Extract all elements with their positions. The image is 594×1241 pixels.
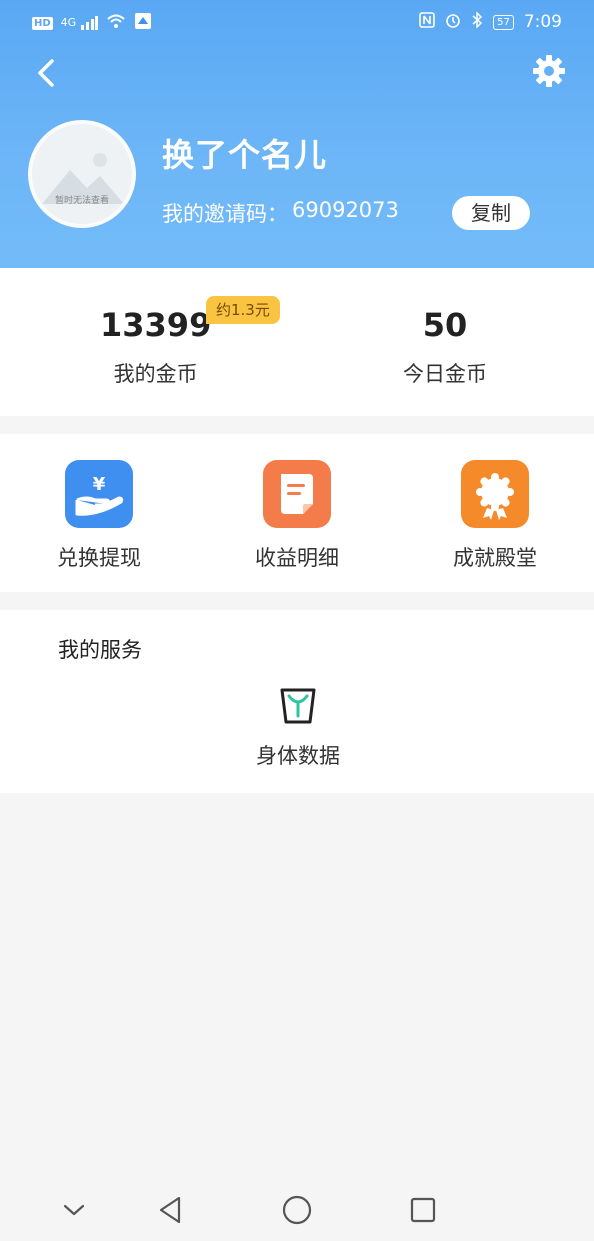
hide-keyboard-button[interactable] xyxy=(56,1192,92,1228)
triangle-back-icon xyxy=(159,1196,181,1224)
service-body-data-label: 身体数据 xyxy=(256,744,340,768)
wifi-icon xyxy=(106,13,126,33)
my-coins[interactable]: 13399 我的金币 xyxy=(100,306,211,388)
service-body-data[interactable]: 身体数据 xyxy=(236,686,360,770)
menu-item-earnings-label: 收益明细 xyxy=(255,546,339,570)
gear-icon xyxy=(533,55,565,87)
image-placeholder-icon xyxy=(42,153,124,204)
menu-item-withdraw-label: 兑换提现 xyxy=(57,546,141,570)
signal-icon: 4G xyxy=(61,16,98,30)
avatar[interactable]: 暂时无法查看 xyxy=(28,120,136,228)
invite-code-row: 我的邀请码： 69092073 xyxy=(162,198,399,228)
circle-home-icon xyxy=(282,1195,312,1225)
menu-item-achievements[interactable]: 成就殿堂 xyxy=(430,460,560,572)
today-coins-label: 今日金币 xyxy=(403,362,487,386)
username: 换了个名儿 xyxy=(162,136,328,174)
invite-label: 我的邀请码： xyxy=(162,202,288,226)
app-notification-icon xyxy=(134,12,152,34)
coins-panel: 13399 我的金币 约1.3元 50 今日金币 xyxy=(0,268,594,416)
battery-icon: 57 xyxy=(493,14,514,30)
status-bar: HD 4G 57 7:09 xyxy=(0,0,594,44)
withdraw-icon: ¥ xyxy=(65,460,133,528)
square-recents-icon xyxy=(410,1197,436,1223)
profile-header: HD 4G 57 7:09 暂时无法查看 换了个名儿 我的邀请码： 690920… xyxy=(0,0,594,268)
settings-button[interactable] xyxy=(530,52,568,90)
avatar-placeholder-text: 暂时无法查看 xyxy=(54,196,109,206)
today-coins[interactable]: 50 今日金币 xyxy=(400,306,490,388)
nav-home-button[interactable] xyxy=(279,1192,315,1228)
chevron-left-icon xyxy=(38,59,54,87)
svg-text:¥: ¥ xyxy=(93,474,106,495)
services-title: 我的服务 xyxy=(58,638,142,662)
nav-recents-button[interactable] xyxy=(405,1192,441,1228)
my-services-section: 我的服务 身体数据 xyxy=(0,610,594,793)
medal-icon xyxy=(461,460,529,528)
copy-button[interactable]: 复制 xyxy=(452,196,530,230)
menu-item-achievements-label: 成就殿堂 xyxy=(453,546,537,570)
alarm-icon xyxy=(445,12,461,32)
system-nav-bar xyxy=(0,1178,594,1241)
clock-time: 7:09 xyxy=(523,12,562,32)
bluetooth-icon xyxy=(471,11,483,32)
back-button[interactable] xyxy=(30,55,66,91)
scale-icon xyxy=(280,688,316,724)
my-coins-value: 13399 xyxy=(100,306,212,344)
feature-menu: ¥ 兑换提现 收益明细 成就殿堂 xyxy=(0,434,594,592)
chevron-down-icon xyxy=(63,1204,85,1216)
my-coins-label: 我的金币 xyxy=(113,362,198,386)
hd-badge: HD xyxy=(32,16,53,30)
approx-value-badge: 约1.3元 xyxy=(206,296,280,324)
document-icon xyxy=(263,460,331,528)
menu-item-withdraw[interactable]: ¥ 兑换提现 xyxy=(34,460,164,572)
nfc-icon xyxy=(419,12,435,32)
menu-item-earnings[interactable]: 收益明细 xyxy=(232,460,362,572)
invite-code: 69092073 xyxy=(292,198,399,222)
nav-back-button[interactable] xyxy=(152,1192,188,1228)
today-coins-value: 50 xyxy=(422,306,468,344)
